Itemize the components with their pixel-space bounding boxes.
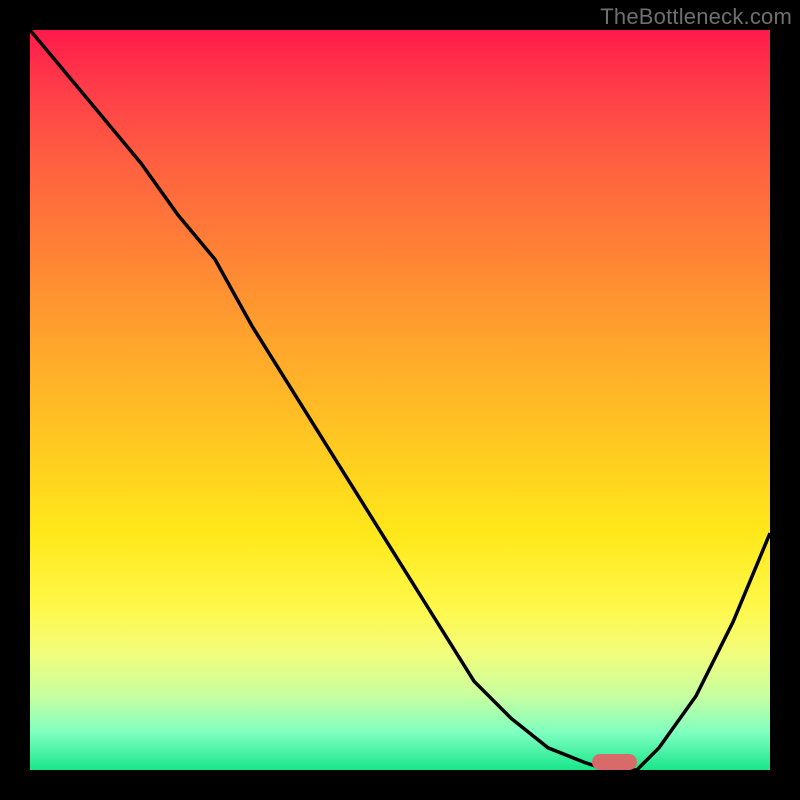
plot-border — [28, 28, 772, 772]
outer-frame: TheBottleneck.com — [0, 0, 800, 800]
watermark-text: TheBottleneck.com — [600, 4, 792, 30]
